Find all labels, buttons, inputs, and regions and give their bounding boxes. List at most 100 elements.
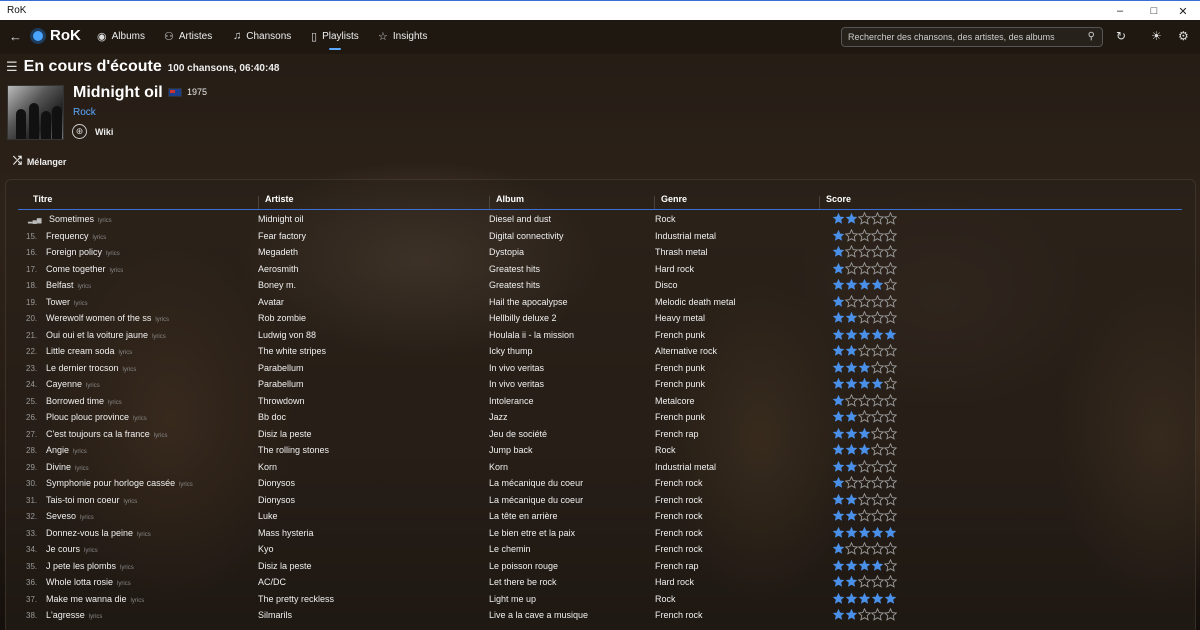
star-filled-icon[interactable] <box>832 526 845 539</box>
star-filled-icon[interactable] <box>858 377 871 390</box>
star-filled-icon[interactable] <box>845 311 858 324</box>
star-filled-icon[interactable] <box>832 377 845 390</box>
star-filled-icon[interactable] <box>858 443 871 456</box>
star-filled-icon[interactable] <box>845 361 858 374</box>
star-rating[interactable] <box>832 476 897 489</box>
lyrics-tag[interactable]: lyrics <box>179 482 193 488</box>
star-empty-icon[interactable] <box>858 212 871 225</box>
table-row[interactable]: 25. Borrowed time lyrics Throwdown Intoleran… <box>6 393 1195 411</box>
star-filled-icon[interactable] <box>832 295 845 308</box>
star-filled-icon[interactable] <box>845 526 858 539</box>
star-empty-icon[interactable] <box>858 476 871 489</box>
star-filled-icon[interactable] <box>884 592 897 605</box>
nav-playlists[interactable]: ▯ Playlists <box>311 30 359 50</box>
star-rating[interactable] <box>832 360 897 374</box>
star-empty-icon[interactable] <box>858 228 871 242</box>
star-filled-icon[interactable] <box>832 542 845 555</box>
star-filled-icon[interactable] <box>832 361 845 374</box>
table-row[interactable]: 19. Tower lyrics Avatar Hail the apocalypse M… <box>6 294 1195 312</box>
star-empty-icon[interactable] <box>871 294 884 308</box>
lyrics-tag[interactable]: lyrics <box>155 317 169 323</box>
star-filled-icon[interactable] <box>845 493 858 506</box>
star-rating[interactable] <box>832 608 897 621</box>
star-rating[interactable] <box>832 278 897 291</box>
star-rating[interactable] <box>832 443 897 456</box>
star-empty-icon[interactable] <box>858 294 871 308</box>
nav-albums[interactable]: ◉ Albums <box>97 30 145 43</box>
star-empty-icon[interactable] <box>845 228 858 242</box>
table-row[interactable]: 27. C'est toujours ca la france lyrics Disi… <box>6 426 1195 444</box>
star-empty-icon[interactable] <box>871 311 884 324</box>
nav-artistes[interactable]: ⚇ Artistes <box>164 30 212 43</box>
star-filled-icon[interactable] <box>845 410 858 423</box>
star-filled-icon[interactable] <box>845 328 858 341</box>
star-filled-icon[interactable] <box>858 278 871 291</box>
star-empty-icon[interactable] <box>871 245 884 258</box>
star-filled-icon[interactable] <box>832 427 845 440</box>
table-row[interactable]: 26. Plouc plouc province lyrics Bb doc Jazz F… <box>6 410 1195 427</box>
star-rating[interactable] <box>832 558 897 572</box>
lyrics-tag[interactable]: lyrics <box>84 548 98 554</box>
lyrics-tag[interactable]: lyrics <box>75 466 89 472</box>
star-empty-icon[interactable] <box>871 426 884 440</box>
star-rating[interactable] <box>832 344 897 357</box>
star-filled-icon[interactable] <box>832 592 845 605</box>
star-empty-icon[interactable] <box>884 377 897 390</box>
star-rating[interactable] <box>832 228 897 242</box>
column-header-album[interactable]: Album <box>496 194 524 204</box>
star-empty-icon[interactable] <box>845 476 858 489</box>
table-row[interactable]: 34. Je cours lyrics Kyo Le chemin French rock <box>6 542 1195 559</box>
star-empty-icon[interactable] <box>871 410 884 423</box>
star-filled-icon[interactable] <box>845 460 858 473</box>
table-row[interactable]: 35. J pete les plombs lyrics Disiz la peste… <box>6 558 1195 576</box>
star-empty-icon[interactable] <box>858 459 871 473</box>
star-empty-icon[interactable] <box>858 393 871 407</box>
lyrics-tag[interactable]: lyrics <box>119 350 133 356</box>
table-row[interactable]: 32. Seveso lyrics Luke La tête en arrière Fre… <box>6 509 1195 526</box>
star-filled-icon[interactable] <box>858 526 871 539</box>
star-empty-icon[interactable] <box>871 459 884 473</box>
star-empty-icon[interactable] <box>858 509 871 522</box>
star-empty-icon[interactable] <box>871 509 884 522</box>
star-filled-icon[interactable] <box>832 493 845 506</box>
star-filled-icon[interactable] <box>845 509 858 522</box>
table-row[interactable]: 37. Make me wanna die lyrics The pretty rec… <box>6 592 1195 609</box>
column-separator[interactable] <box>819 196 820 210</box>
star-filled-icon[interactable] <box>858 328 871 341</box>
star-filled-icon[interactable] <box>832 509 845 522</box>
star-rating[interactable] <box>832 526 897 539</box>
star-empty-icon[interactable] <box>858 608 871 621</box>
star-empty-icon[interactable] <box>871 575 884 588</box>
table-row[interactable]: 15. Frequency lyrics Fear factory Digital co… <box>6 228 1195 246</box>
star-filled-icon[interactable] <box>845 344 858 357</box>
star-empty-icon[interactable] <box>884 476 897 489</box>
star-filled-icon[interactable] <box>832 229 845 242</box>
star-empty-icon[interactable] <box>845 245 858 258</box>
star-empty-icon[interactable] <box>871 360 884 374</box>
lyrics-tag[interactable]: lyrics <box>154 433 168 439</box>
table-row[interactable]: 21. Oui oui et la voiture jaune lyrics Ludw… <box>6 328 1195 345</box>
lyrics-tag[interactable]: lyrics <box>80 515 94 521</box>
star-empty-icon[interactable] <box>884 344 897 357</box>
artist-image[interactable] <box>7 85 64 140</box>
close-button[interactable]: ✕ <box>1166 1 1200 21</box>
star-empty-icon[interactable] <box>884 278 897 291</box>
table-row[interactable]: 29. Divine lyrics Korn Korn Industrial metal <box>6 459 1195 477</box>
star-empty-icon[interactable] <box>858 311 871 324</box>
star-empty-icon[interactable] <box>884 575 897 588</box>
star-empty-icon[interactable] <box>871 492 884 506</box>
lyrics-tag[interactable]: lyrics <box>117 581 131 587</box>
lyrics-tag[interactable]: lyrics <box>133 416 147 422</box>
star-filled-icon[interactable] <box>845 427 858 440</box>
star-filled-icon[interactable] <box>832 328 845 341</box>
star-filled-icon[interactable] <box>832 212 845 225</box>
star-filled-icon[interactable] <box>871 559 884 572</box>
table-row[interactable]: 31. Tais-toi mon coeur lyrics Dionysos La mé… <box>6 492 1195 510</box>
lyrics-tag[interactable]: lyrics <box>131 598 145 604</box>
star-rating[interactable] <box>832 426 897 440</box>
table-row[interactable]: 17. Come together lyrics Aerosmith Greatest … <box>6 261 1195 279</box>
star-filled-icon[interactable] <box>832 608 845 621</box>
star-filled-icon[interactable] <box>832 476 845 489</box>
star-filled-icon[interactable] <box>858 427 871 440</box>
table-row[interactable]: 38. L'agresse lyrics Silmarils Live a la cav… <box>6 608 1195 625</box>
